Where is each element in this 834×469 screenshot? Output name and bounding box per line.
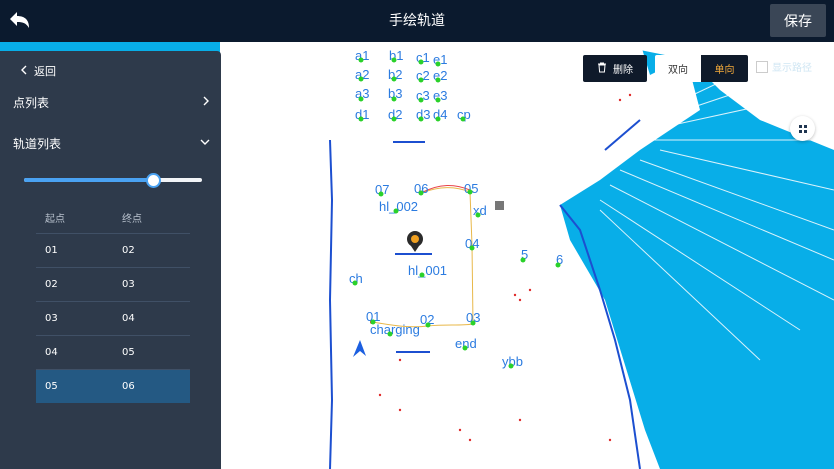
delete-button[interactable]: 删除 (583, 55, 647, 82)
show-path-label: 显示路径 (772, 63, 812, 74)
row-start: 05 (45, 381, 58, 392)
table-row-selected[interactable]: 05 06 (36, 370, 190, 403)
row-end: 04 (122, 313, 135, 324)
left-panel: 返回 点列表 轨道列表 起点 终点 01 02 02 03 03 04 04 0… (0, 51, 221, 469)
chevron-down-icon (199, 136, 211, 150)
column-header-start: 起点 (45, 213, 65, 225)
point-list-toggle[interactable]: 点列表 (13, 92, 211, 112)
chevron-left-icon (20, 65, 28, 78)
column-header-end: 终点 (122, 213, 142, 225)
svg-text:hl_002: hl_002 (379, 199, 418, 214)
row-end: 05 (122, 347, 135, 358)
point-list-label: 点列表 (13, 95, 50, 110)
table-row[interactable]: 04 05 (36, 336, 190, 370)
row-start: 04 (45, 347, 58, 358)
delete-label: 删除 (613, 65, 633, 76)
table-row[interactable]: 01 02 (36, 234, 190, 268)
top-bar: 手绘轨道 保存 (0, 0, 834, 42)
track-list-label: 轨道列表 (13, 136, 62, 151)
slider-fill (24, 178, 153, 182)
table-row[interactable]: 03 04 (36, 302, 190, 336)
page-title: 手绘轨道 (389, 13, 445, 29)
track-table: 起点 终点 01 02 02 03 03 04 04 05 05 06 (36, 201, 190, 403)
track-list-toggle[interactable]: 轨道列表 (13, 133, 211, 153)
slider-thumb[interactable] (146, 173, 161, 188)
table-header: 起点 终点 (36, 201, 190, 234)
unidirectional-toggle[interactable]: 单向 (701, 55, 748, 82)
zoom-slider[interactable] (24, 173, 202, 188)
bidirectional-toggle[interactable]: 双向 (655, 55, 701, 82)
save-button[interactable]: 保存 (770, 4, 826, 37)
row-end: 06 (122, 381, 135, 392)
table-row[interactable]: 02 03 (36, 268, 190, 302)
row-end: 02 (122, 245, 135, 256)
row-start: 02 (45, 279, 58, 290)
svg-text:hl_001: hl_001 (408, 263, 447, 278)
grid-menu-button[interactable] (790, 116, 815, 141)
back-arrow-icon[interactable] (4, 6, 34, 36)
svg-text:charging: charging (370, 322, 420, 337)
panel-back-button[interactable]: 返回 (20, 63, 56, 79)
trash-icon (597, 62, 607, 76)
row-start: 01 (45, 245, 58, 256)
panel-back-label: 返回 (34, 65, 56, 78)
show-path-checkbox[interactable] (756, 61, 768, 73)
row-start: 03 (45, 313, 58, 324)
grid-icon (798, 119, 808, 138)
chevron-right-icon (201, 95, 211, 110)
row-end: 03 (122, 279, 135, 290)
